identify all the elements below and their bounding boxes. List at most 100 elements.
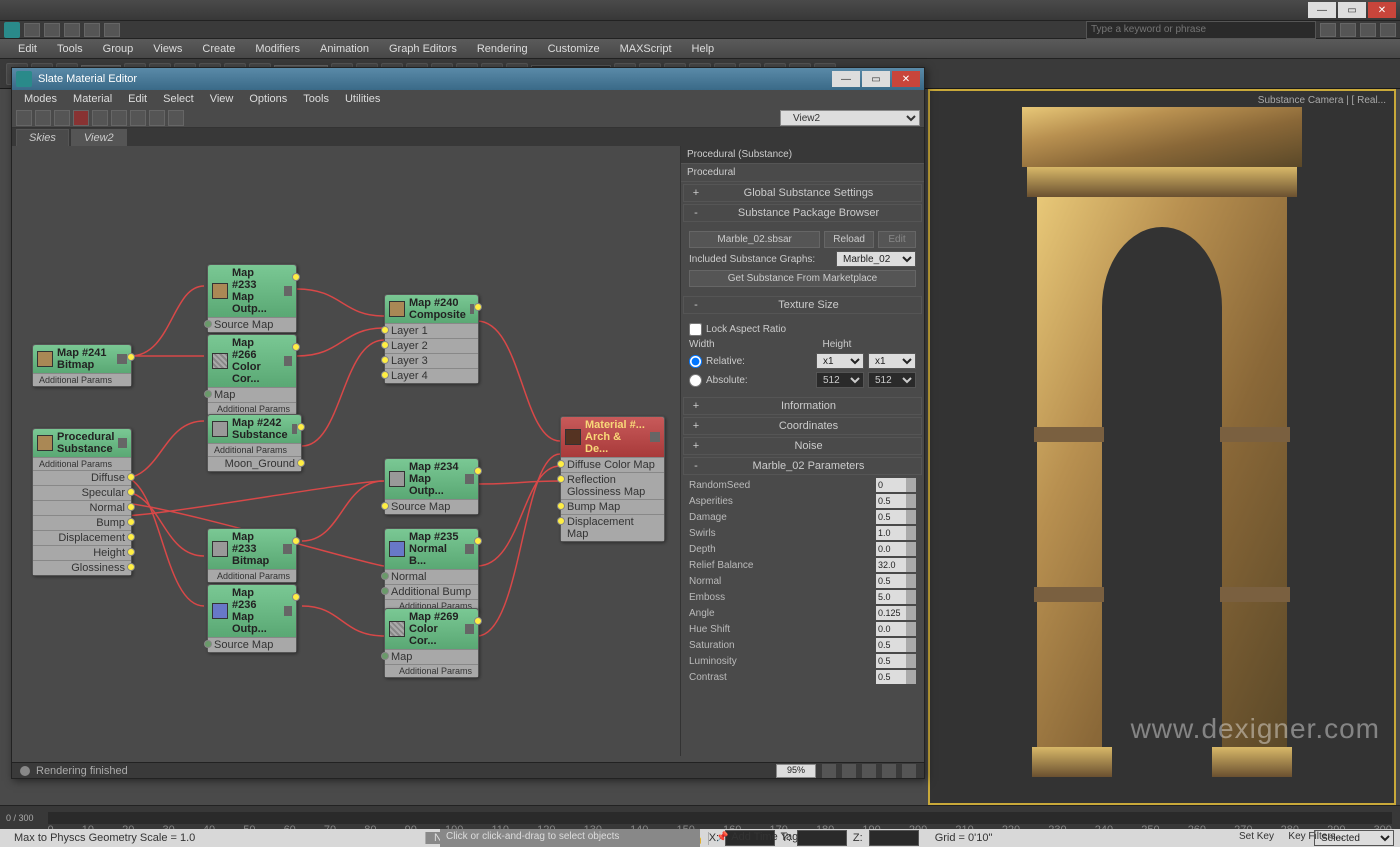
slate-layout-icon[interactable] — [111, 110, 127, 126]
menu-customize[interactable]: Customize — [538, 43, 610, 55]
node-map241-bitmap[interactable]: Map #241Bitmap Additional Params — [32, 344, 132, 387]
pan-icon[interactable] — [822, 764, 836, 778]
reload-button[interactable]: Reload — [824, 231, 874, 248]
rp-section-texturesize[interactable]: -Texture Size — [683, 296, 922, 314]
menu-help[interactable]: Help — [682, 43, 725, 55]
slate-assign-icon[interactable] — [54, 110, 70, 126]
node-map242-substance[interactable]: Map #242Substance Additional Params Moon… — [207, 414, 302, 472]
qa-new-icon[interactable] — [24, 23, 40, 37]
param-spinner[interactable]: 1.0 — [876, 526, 916, 540]
param-spinner[interactable]: 0.5 — [876, 638, 916, 652]
qa-redo-icon[interactable] — [104, 23, 120, 37]
rp-section-browser[interactable]: -Substance Package Browser — [683, 204, 922, 222]
perspective-viewport[interactable]: Substance Camera | [ Real... — [928, 89, 1396, 805]
menu-graph-editors[interactable]: Graph Editors — [379, 43, 467, 55]
param-spinner[interactable]: 0.0 — [876, 542, 916, 556]
slate-brush-icon[interactable] — [35, 110, 51, 126]
slate-menu-material[interactable]: Material — [65, 93, 120, 105]
timeline-slider[interactable]: 0102030405060708090100110120130140150160… — [48, 812, 1392, 824]
slate-preview-icon[interactable] — [149, 110, 165, 126]
edit-button[interactable]: Edit — [878, 231, 916, 248]
qa-undo-icon[interactable] — [84, 23, 100, 37]
qa-star-icon[interactable] — [1360, 23, 1376, 37]
qa-settings-icon[interactable] — [1340, 23, 1356, 37]
zoom-icon[interactable] — [842, 764, 856, 778]
window-close-button[interactable]: ✕ — [1368, 2, 1396, 18]
param-spinner[interactable]: 32.0 — [876, 558, 916, 572]
rp-section-info[interactable]: +Information — [683, 397, 922, 415]
slate-view-dropdown[interactable]: View2 — [780, 110, 920, 126]
rp-section-params[interactable]: -Marble_02 Parameters — [683, 457, 922, 475]
lock-aspect-checkbox[interactable] — [689, 323, 702, 336]
rp-section-global[interactable]: +Global Substance Settings — [683, 184, 922, 202]
menu-views[interactable]: Views — [143, 43, 192, 55]
slate-titlebar[interactable]: Slate Material Editor — ▭ ✕ — [12, 68, 924, 90]
param-spinner[interactable]: 0.125 — [876, 606, 916, 620]
abs-height-dropdown[interactable]: 512 — [868, 372, 916, 388]
node-map233-bitmap[interactable]: Map #233Bitmap Additional Params — [207, 528, 297, 583]
menu-rendering[interactable]: Rendering — [467, 43, 538, 55]
slate-grid-icon[interactable] — [130, 110, 146, 126]
coord-z-input[interactable] — [869, 830, 919, 846]
key-filters-button[interactable]: Key Filters... — [1282, 829, 1350, 847]
menu-tools[interactable]: Tools — [47, 43, 93, 55]
node-map266-colorcorrect[interactable]: Map #266Color Cor... Map Additional Para… — [207, 334, 297, 416]
param-spinner[interactable]: 0.5 — [876, 670, 916, 684]
substance-file-button[interactable]: Marble_02.sbsar — [689, 231, 820, 248]
hand-icon[interactable] — [902, 764, 916, 778]
param-spinner[interactable]: 0.5 — [876, 494, 916, 508]
marketplace-button[interactable]: Get Substance From Marketplace — [689, 270, 916, 287]
slate-show-icon[interactable] — [168, 110, 184, 126]
slate-move-icon[interactable] — [92, 110, 108, 126]
help-search-input[interactable] — [1086, 21, 1316, 39]
add-time-tag[interactable]: 📌 Add Time Tag — [710, 829, 804, 847]
included-graphs-dropdown[interactable]: Marble_02 — [836, 251, 916, 267]
tab-skies[interactable]: Skies — [16, 129, 69, 146]
qa-open-icon[interactable] — [44, 23, 60, 37]
slate-pick-icon[interactable] — [16, 110, 32, 126]
menu-modifiers[interactable]: Modifiers — [245, 43, 310, 55]
menu-edit[interactable]: Edit — [8, 43, 47, 55]
menu-animation[interactable]: Animation — [310, 43, 379, 55]
menu-create[interactable]: Create — [192, 43, 245, 55]
relative-radio[interactable] — [689, 355, 702, 368]
absolute-radio[interactable] — [689, 374, 702, 387]
node-procedural-substance[interactable]: ProceduralSubstance Additional Params Di… — [32, 428, 132, 576]
slate-menu-modes[interactable]: Modes — [16, 93, 65, 105]
param-spinner[interactable]: 5.0 — [876, 590, 916, 604]
slate-minimize-button[interactable]: — — [832, 71, 860, 87]
node-map234-output[interactable]: Map #234Map Outp... Source Map — [384, 458, 479, 515]
node-graph-canvas[interactable]: Map #241Bitmap Additional Params Procedu… — [12, 146, 680, 756]
timeline[interactable]: 0 / 300 01020304050607080901001101201301… — [0, 805, 1400, 829]
window-minimize-button[interactable]: — — [1308, 2, 1336, 18]
rel-height-dropdown[interactable]: x1 — [868, 353, 916, 369]
qa-info-icon[interactable] — [1380, 23, 1396, 37]
slate-menu-utilities[interactable]: Utilities — [337, 93, 388, 105]
rp-section-coords[interactable]: +Coordinates — [683, 417, 922, 435]
slate-close-button[interactable]: ✕ — [892, 71, 920, 87]
set-key-button[interactable]: Set Key — [1233, 829, 1280, 847]
param-spinner[interactable]: 0.5 — [876, 654, 916, 668]
node-map240-composite[interactable]: Map #240Composite Layer 1 Layer 2 Layer … — [384, 294, 479, 384]
abs-width-dropdown[interactable]: 512 — [816, 372, 864, 388]
slate-maximize-button[interactable]: ▭ — [862, 71, 890, 87]
param-spinner[interactable]: 0.0 — [876, 622, 916, 636]
coord-y-input[interactable] — [797, 830, 847, 846]
slate-menu-edit[interactable]: Edit — [120, 93, 155, 105]
param-spinner[interactable]: 0.5 — [876, 574, 916, 588]
node-map269-colorcorrect[interactable]: Map #269Color Cor... Map Additional Para… — [384, 608, 479, 678]
rel-width-dropdown[interactable]: x1 — [816, 353, 864, 369]
region-icon[interactable] — [882, 764, 896, 778]
slate-menu-select[interactable]: Select — [155, 93, 202, 105]
node-map236-output[interactable]: Map #236Map Outp... Source Map — [207, 584, 297, 653]
param-spinner[interactable]: 0.5 — [876, 510, 916, 524]
node-map233-output[interactable]: Map #233Map Outp... Source Map — [207, 264, 297, 333]
slate-menu-options[interactable]: Options — [241, 93, 295, 105]
fit-icon[interactable] — [862, 764, 876, 778]
qa-save-icon[interactable] — [64, 23, 80, 37]
slate-delete-icon[interactable] — [73, 110, 89, 126]
qa-help-icon[interactable] — [1320, 23, 1336, 37]
node-map235-normal[interactable]: Map #235Normal B... Normal Additional Bu… — [384, 528, 479, 613]
window-maximize-button[interactable]: ▭ — [1338, 2, 1366, 18]
rp-section-noise[interactable]: +Noise — [683, 437, 922, 455]
